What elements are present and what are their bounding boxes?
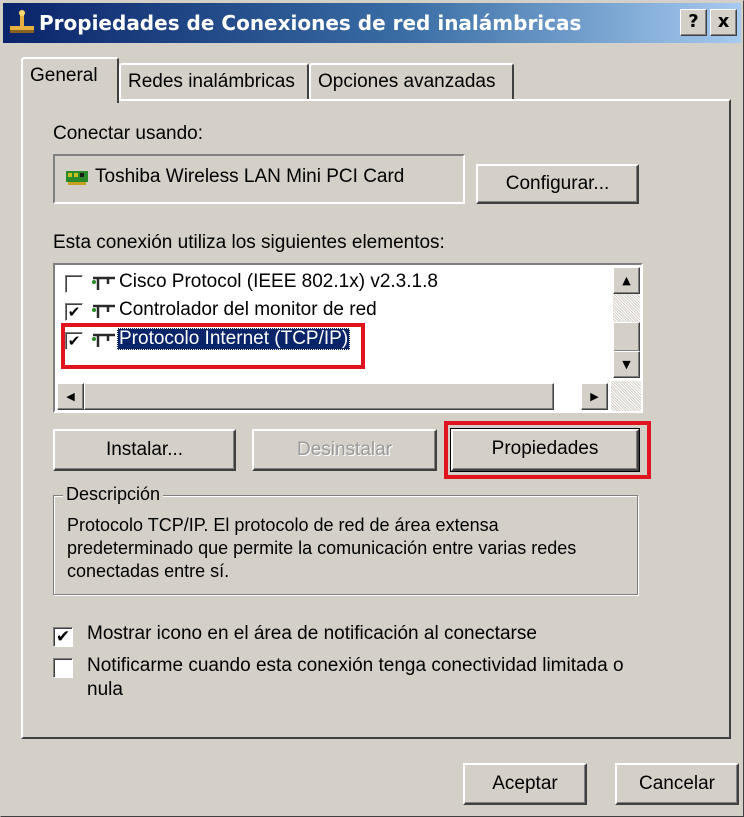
tab-advanced-options[interactable]: Opciones avanzadas — [309, 63, 514, 101]
tab-advanced-options-label: Opciones avanzadas — [318, 71, 496, 92]
window-title: Propiedades de Conexiones de red inalámb… — [39, 11, 582, 35]
network-connection-icon — [7, 8, 37, 38]
help-button[interactable]: ? — [680, 9, 707, 36]
tab-general[interactable]: General — [21, 57, 119, 103]
ok-button[interactable]: Aceptar — [463, 763, 587, 805]
cancel-button[interactable]: Cancelar — [615, 763, 739, 805]
tab-wireless-networks-label: Redes inalámbricas — [128, 71, 295, 92]
title-bar[interactable]: Propiedades de Conexiones de red inalámb… — [3, 3, 741, 43]
tab-wireless-networks[interactable]: Redes inalámbricas — [119, 63, 309, 101]
close-button[interactable]: x — [710, 9, 737, 36]
tab-general-label: General — [30, 65, 98, 86]
dialog-window: Propiedades de Conexiones de red inalámb… — [0, 0, 744, 817]
tab-panel-general — [21, 99, 731, 739]
